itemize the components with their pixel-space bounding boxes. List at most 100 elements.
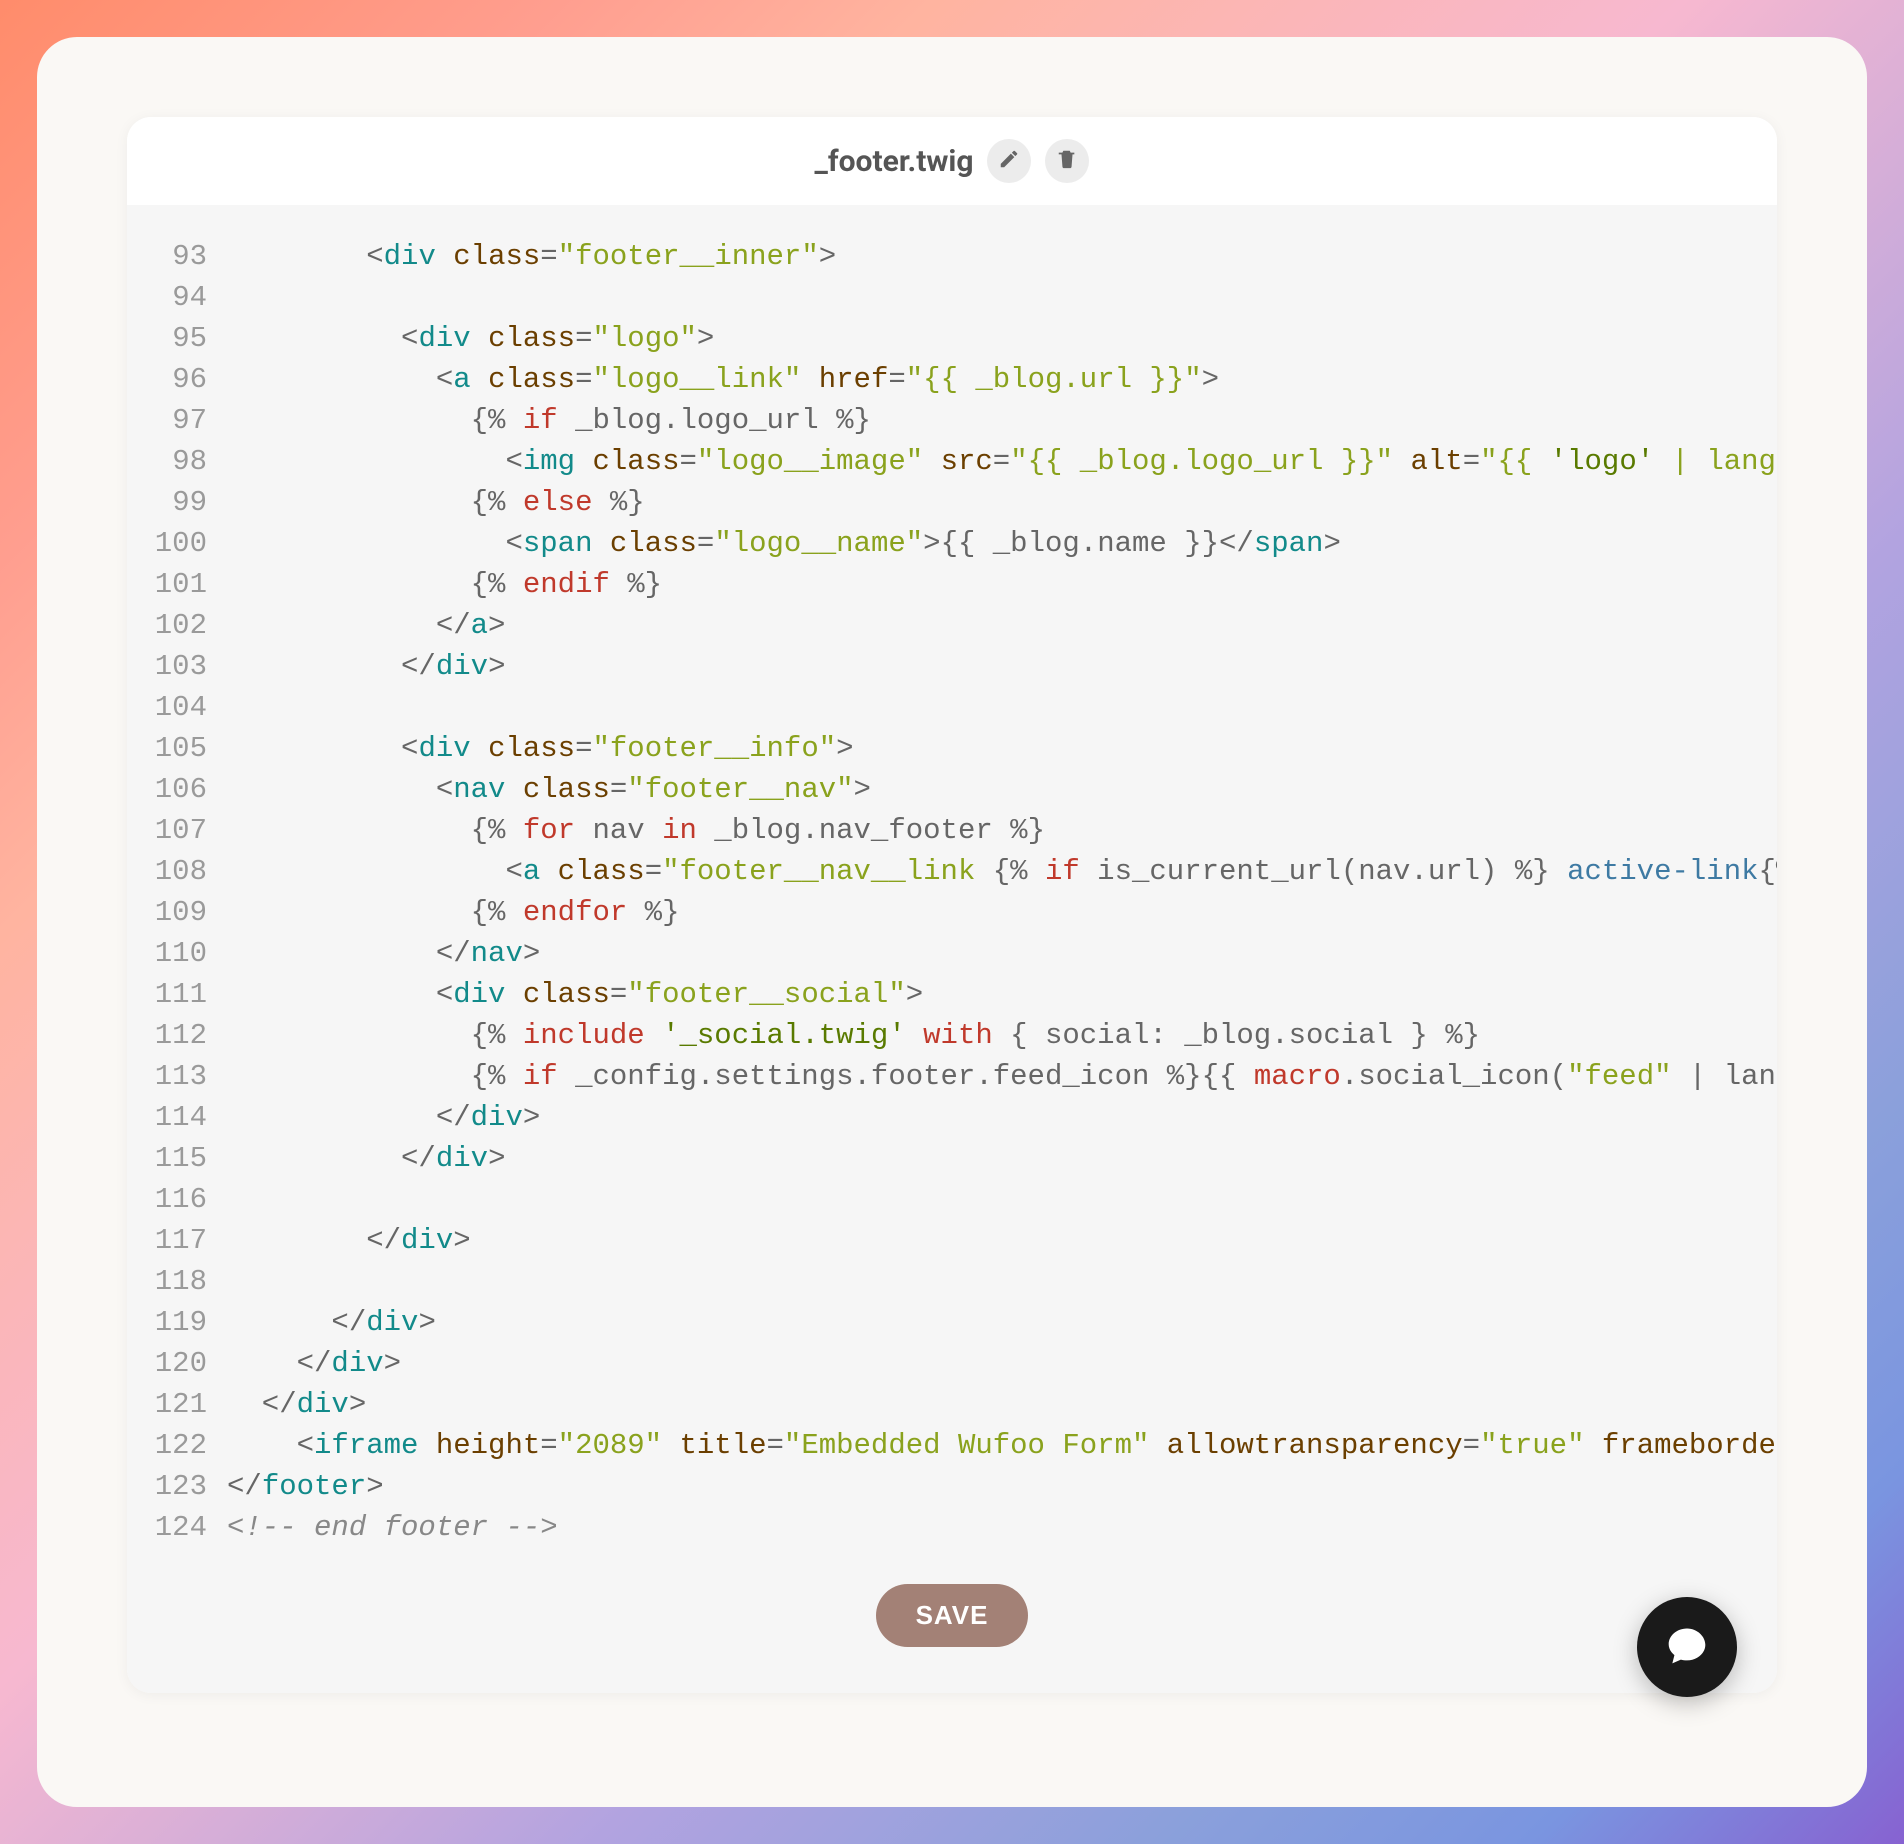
line-number: 106 — [127, 769, 227, 810]
code-content[interactable] — [227, 687, 1777, 728]
code-content[interactable]: <div class="footer__info"> — [227, 728, 1777, 769]
code-content[interactable]: <div class="logo"> — [227, 318, 1777, 359]
code-content[interactable] — [227, 277, 1777, 318]
chat-fab[interactable] — [1637, 1597, 1737, 1697]
line-number: 109 — [127, 892, 227, 933]
line-number: 103 — [127, 646, 227, 687]
line-number: 123 — [127, 1466, 227, 1507]
code-content[interactable]: {% for nav in _blog.nav_footer %} — [227, 810, 1777, 851]
code-content[interactable]: <nav class="footer__nav"> — [227, 769, 1777, 810]
code-content[interactable]: <iframe height="2089" title="Embedded Wu… — [227, 1425, 1777, 1466]
line-number: 105 — [127, 728, 227, 769]
code-content[interactable]: </a> — [227, 605, 1777, 646]
code-content[interactable]: <a class="footer__nav__link {% if is_cur… — [227, 851, 1777, 892]
code-line[interactable]: 106 <nav class="footer__nav"> — [127, 769, 1777, 810]
line-number: 114 — [127, 1097, 227, 1138]
code-content[interactable]: <a class="logo__link" href="{{ _blog.url… — [227, 359, 1777, 400]
code-line[interactable]: 116 — [127, 1179, 1777, 1220]
code-content[interactable]: {% include '_social.twig' with { social:… — [227, 1015, 1777, 1056]
trash-icon — [1056, 148, 1078, 174]
code-content[interactable] — [227, 1179, 1777, 1220]
code-line[interactable]: 117 </div> — [127, 1220, 1777, 1261]
code-content[interactable]: <div class="footer__social"> — [227, 974, 1777, 1015]
code-line[interactable]: 100 <span class="logo__name">{{ _blog.na… — [127, 523, 1777, 564]
code-line[interactable]: 124<!-- end footer --> — [127, 1507, 1777, 1548]
line-number: 117 — [127, 1220, 227, 1261]
code-line[interactable]: 107 {% for nav in _blog.nav_footer %} — [127, 810, 1777, 851]
code-content[interactable]: {% if _config.settings.footer.feed_icon … — [227, 1056, 1777, 1097]
line-number: 124 — [127, 1507, 227, 1548]
code-line[interactable]: 103 </div> — [127, 646, 1777, 687]
line-number: 93 — [127, 236, 227, 277]
code-line[interactable]: 99 {% else %} — [127, 482, 1777, 523]
code-line[interactable]: 101 {% endif %} — [127, 564, 1777, 605]
code-line[interactable]: 97 {% if _blog.logo_url %} — [127, 400, 1777, 441]
code-content[interactable]: <!-- end footer --> — [227, 1507, 1777, 1548]
code-content[interactable]: </div> — [227, 1384, 1777, 1425]
code-line[interactable]: 118 — [127, 1261, 1777, 1302]
code-line[interactable]: 119 </div> — [127, 1302, 1777, 1343]
code-content[interactable]: {% else %} — [227, 482, 1777, 523]
code-line[interactable]: 122 <iframe height="2089" title="Embedde… — [127, 1425, 1777, 1466]
code-content[interactable]: </div> — [227, 1138, 1777, 1179]
code-line[interactable]: 93 <div class="footer__inner"> — [127, 236, 1777, 277]
card-header: _footer.twig — [127, 117, 1777, 205]
code-line[interactable]: 123</footer> — [127, 1466, 1777, 1507]
line-number: 113 — [127, 1056, 227, 1097]
line-number: 112 — [127, 1015, 227, 1056]
line-number: 101 — [127, 564, 227, 605]
code-content[interactable]: </nav> — [227, 933, 1777, 974]
line-number: 98 — [127, 441, 227, 482]
code-line[interactable]: 114 </div> — [127, 1097, 1777, 1138]
code-content[interactable]: </div> — [227, 1097, 1777, 1138]
delete-button[interactable] — [1045, 139, 1089, 183]
line-number: 100 — [127, 523, 227, 564]
file-title: _footer.twig — [815, 144, 974, 179]
code-content[interactable]: <img class="logo__image" src="{{ _blog.l… — [227, 441, 1777, 482]
edit-button[interactable] — [987, 139, 1031, 183]
code-line[interactable]: 102 </a> — [127, 605, 1777, 646]
code-content[interactable]: </div> — [227, 646, 1777, 687]
code-line[interactable]: 104 — [127, 687, 1777, 728]
line-number: 95 — [127, 318, 227, 359]
code-line[interactable]: 92 — [127, 219, 1777, 236]
code-line[interactable]: 105 <div class="footer__info"> — [127, 728, 1777, 769]
code-line[interactable]: 108 <a class="footer__nav__link {% if is… — [127, 851, 1777, 892]
code-line[interactable]: 109 {% endfor %} — [127, 892, 1777, 933]
code-line[interactable]: 113 {% if _config.settings.footer.feed_i… — [127, 1056, 1777, 1097]
code-line[interactable]: 94 — [127, 277, 1777, 318]
code-content[interactable]: </div> — [227, 1220, 1777, 1261]
code-line[interactable]: 115 </div> — [127, 1138, 1777, 1179]
code-line[interactable]: 111 <div class="footer__social"> — [127, 974, 1777, 1015]
line-number: 121 — [127, 1384, 227, 1425]
chat-icon — [1665, 1623, 1709, 1671]
code-line[interactable]: 120 </div> — [127, 1343, 1777, 1384]
code-line[interactable]: 98 <img class="logo__image" src="{{ _blo… — [127, 441, 1777, 482]
pencil-icon — [998, 148, 1020, 174]
code-content[interactable]: {% if _blog.logo_url %} — [227, 400, 1777, 441]
line-number: 111 — [127, 974, 227, 1015]
line-number: 97 — [127, 400, 227, 441]
code-line[interactable]: 110 </nav> — [127, 933, 1777, 974]
line-number: 110 — [127, 933, 227, 974]
code-content[interactable] — [227, 1261, 1777, 1302]
code-editor[interactable]: 9293 <div class="footer__inner">94 95 <d… — [127, 205, 1777, 1548]
code-content[interactable]: </footer> — [227, 1466, 1777, 1507]
line-number: 102 — [127, 605, 227, 646]
line-number: 108 — [127, 851, 227, 892]
line-number: 115 — [127, 1138, 227, 1179]
line-number: 116 — [127, 1179, 227, 1220]
save-button[interactable]: SAVE — [876, 1584, 1029, 1647]
code-line[interactable]: 121 </div> — [127, 1384, 1777, 1425]
code-content[interactable]: {% endfor %} — [227, 892, 1777, 933]
code-line[interactable]: 95 <div class="logo"> — [127, 318, 1777, 359]
code-line[interactable]: 96 <a class="logo__link" href="{{ _blog.… — [127, 359, 1777, 400]
code-line[interactable]: 112 {% include '_social.twig' with { soc… — [127, 1015, 1777, 1056]
code-content[interactable]: <span class="logo__name">{{ _blog.name }… — [227, 523, 1777, 564]
code-content[interactable]: </div> — [227, 1343, 1777, 1384]
code-content[interactable]: {% endif %} — [227, 564, 1777, 605]
code-content[interactable]: <div class="footer__inner"> — [227, 236, 1777, 277]
code-content[interactable]: </div> — [227, 1302, 1777, 1343]
line-number: 120 — [127, 1343, 227, 1384]
editor-card: _footer.twig 9293 <div class="footer__in… — [127, 117, 1777, 1693]
